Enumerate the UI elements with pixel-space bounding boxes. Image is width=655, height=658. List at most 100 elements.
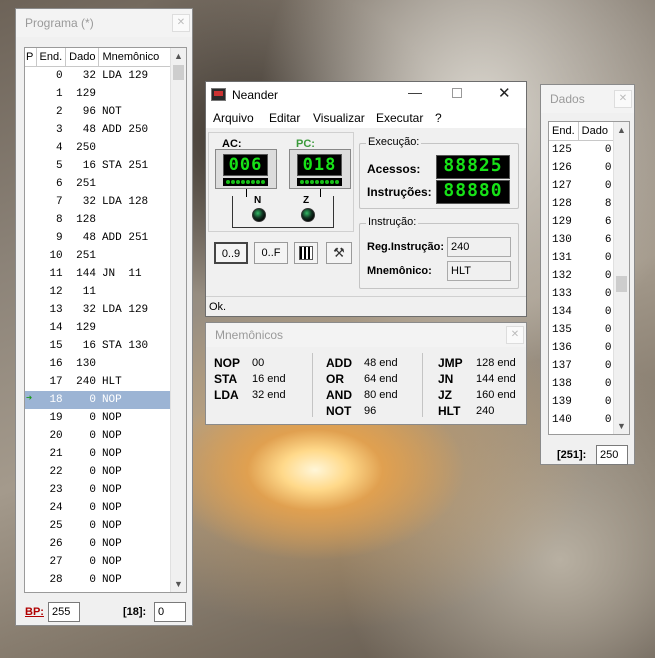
table-row[interactable]: 133 0 — [549, 285, 615, 303]
data-cell[interactable]: 144 — [66, 265, 99, 283]
address-cell[interactable]: 131 — [549, 249, 578, 267]
data-cell[interactable]: 16 — [66, 337, 99, 355]
table-row[interactable]: 7 32 LDA 128 — [25, 193, 172, 211]
hex-button[interactable]: 0..F — [254, 242, 288, 264]
address-cell[interactable]: 9 — [36, 229, 66, 247]
address-cell[interactable]: 137 — [549, 357, 578, 375]
data-cell[interactable]: 129 — [66, 319, 99, 337]
address-cell[interactable]: 7 — [36, 193, 66, 211]
table-row[interactable]: 3 48 ADD 250 — [25, 121, 172, 139]
mnemonic-cell[interactable]: STA 130 — [99, 337, 172, 355]
address-cell[interactable]: 8 — [36, 211, 66, 229]
data-cell[interactable]: 129 — [66, 85, 99, 103]
table-row[interactable]: 138 0 — [549, 375, 615, 393]
table-row[interactable]: 6 251 — [25, 175, 172, 193]
address-cell[interactable]: 24 — [36, 499, 66, 517]
menu-help[interactable]: ? — [435, 111, 442, 125]
mnemonic-cell[interactable]: NOP — [99, 463, 172, 481]
table-row[interactable]: 134 0 — [549, 303, 615, 321]
data-cell[interactable]: 0 — [578, 267, 614, 285]
programa-addr-input[interactable]: 0 — [154, 602, 186, 622]
menu-arquivo[interactable]: Arquivo — [213, 111, 254, 125]
address-cell[interactable]: 127 — [549, 177, 578, 195]
mnemonic-cell[interactable]: NOP — [98, 391, 172, 409]
programa-titlebar[interactable]: Programa (*) ✕ — [16, 9, 192, 37]
mnemonicos-close-button[interactable]: ✕ — [506, 326, 524, 344]
maximize-icon[interactable] — [452, 88, 462, 98]
table-row[interactable]: ➜ 18 0 NOP — [25, 391, 172, 409]
table-row[interactable]: 130 6 — [549, 231, 615, 249]
table-row[interactable]: 131 0 — [549, 249, 615, 267]
data-cell[interactable]: 0 — [578, 357, 614, 375]
data-cell[interactable]: 0 — [578, 159, 614, 177]
scroll-up-icon[interactable]: ▲ — [614, 122, 629, 138]
data-cell[interactable]: 0 — [578, 339, 614, 357]
address-cell[interactable]: 26 — [36, 535, 66, 553]
data-cell[interactable]: 0 — [578, 177, 614, 195]
mnemonic-cell[interactable] — [99, 319, 172, 337]
table-row[interactable]: 23 0 NOP — [25, 481, 172, 499]
address-cell[interactable]: 1 — [36, 85, 66, 103]
minimize-icon[interactable]: — — [408, 84, 422, 100]
address-cell[interactable]: 140 — [549, 411, 578, 429]
table-row[interactable]: 137 0 — [549, 357, 615, 375]
table-row[interactable]: 1 129 — [25, 85, 172, 103]
programa-scroll-thumb[interactable] — [173, 65, 184, 80]
data-cell[interactable]: 0 — [66, 445, 99, 463]
dados-scrollbar[interactable]: ▲ ▼ — [613, 122, 629, 434]
decimal-button[interactable]: 0..9 — [214, 242, 248, 264]
neander-titlebar[interactable]: Neander — ✕ — [206, 82, 526, 108]
data-cell[interactable]: 0 — [578, 285, 614, 303]
table-row[interactable]: 17 240 HLT — [25, 373, 172, 391]
data-cell[interactable]: 0 — [578, 375, 614, 393]
mnemonic-cell[interactable] — [99, 85, 172, 103]
data-cell[interactable]: 6 — [578, 231, 614, 249]
menu-visualizar[interactable]: Visualizar — [313, 111, 365, 125]
data-cell[interactable]: 0 — [66, 535, 99, 553]
table-row[interactable]: 135 0 — [549, 321, 615, 339]
data-cell[interactable]: 0 — [578, 321, 614, 339]
mnemonic-cell[interactable]: NOP — [99, 535, 172, 553]
table-row[interactable]: 16 130 — [25, 355, 172, 373]
address-cell[interactable]: 22 — [36, 463, 66, 481]
mnemonic-cell[interactable]: NOP — [99, 553, 172, 571]
data-cell[interactable]: 0 — [578, 141, 614, 160]
table-row[interactable]: 129 6 — [549, 213, 615, 231]
table-row[interactable]: 5 16 STA 251 — [25, 157, 172, 175]
address-cell[interactable]: 20 — [36, 427, 66, 445]
address-cell[interactable]: 129 — [549, 213, 578, 231]
dados-scroll-thumb[interactable] — [616, 276, 627, 292]
data-cell[interactable]: 0 — [66, 571, 99, 589]
table-row[interactable]: 128 8 — [549, 195, 615, 213]
menu-executar[interactable]: Executar — [376, 111, 423, 125]
table-row[interactable]: 126 0 — [549, 159, 615, 177]
data-cell[interactable]: 96 — [66, 103, 99, 121]
address-cell[interactable]: 15 — [36, 337, 66, 355]
mnemonic-cell[interactable] — [99, 139, 172, 157]
table-row[interactable]: 24 0 NOP — [25, 499, 172, 517]
address-cell[interactable]: 132 — [549, 267, 578, 285]
table-row[interactable]: 21 0 NOP — [25, 445, 172, 463]
table-row[interactable]: 15 16 STA 130 — [25, 337, 172, 355]
dados-titlebar[interactable]: Dados ✕ — [541, 85, 634, 113]
address-cell[interactable]: 0 — [36, 67, 66, 86]
address-cell[interactable]: 6 — [36, 175, 66, 193]
table-row[interactable]: 10 251 — [25, 247, 172, 265]
table-row[interactable]: 125 0 — [549, 141, 615, 160]
table-row[interactable]: 13 32 LDA 129 — [25, 301, 172, 319]
mnemonic-cell[interactable] — [99, 211, 172, 229]
data-cell[interactable]: 6 — [578, 213, 614, 231]
programa-grid[interactable]: P End. Dado Mnemônico 0 32 LDA 129 1 129 2 96 N… — [24, 47, 187, 593]
col-end-header[interactable]: End. — [549, 122, 579, 141]
address-cell[interactable]: 138 — [549, 375, 578, 393]
table-row[interactable]: 8 128 — [25, 211, 172, 229]
mnemonic-cell[interactable]: NOP — [99, 427, 172, 445]
mnemonic-cell[interactable]: LDA 129 — [99, 301, 172, 319]
data-cell[interactable]: 11 — [66, 283, 99, 301]
address-cell[interactable]: 125 — [549, 141, 578, 160]
dados-close-button[interactable]: ✕ — [614, 90, 632, 108]
address-cell[interactable]: 19 — [36, 409, 66, 427]
data-cell[interactable]: 0 — [65, 391, 99, 409]
address-cell[interactable]: 27 — [36, 553, 66, 571]
mnemonic-cell[interactable]: NOP — [99, 445, 172, 463]
